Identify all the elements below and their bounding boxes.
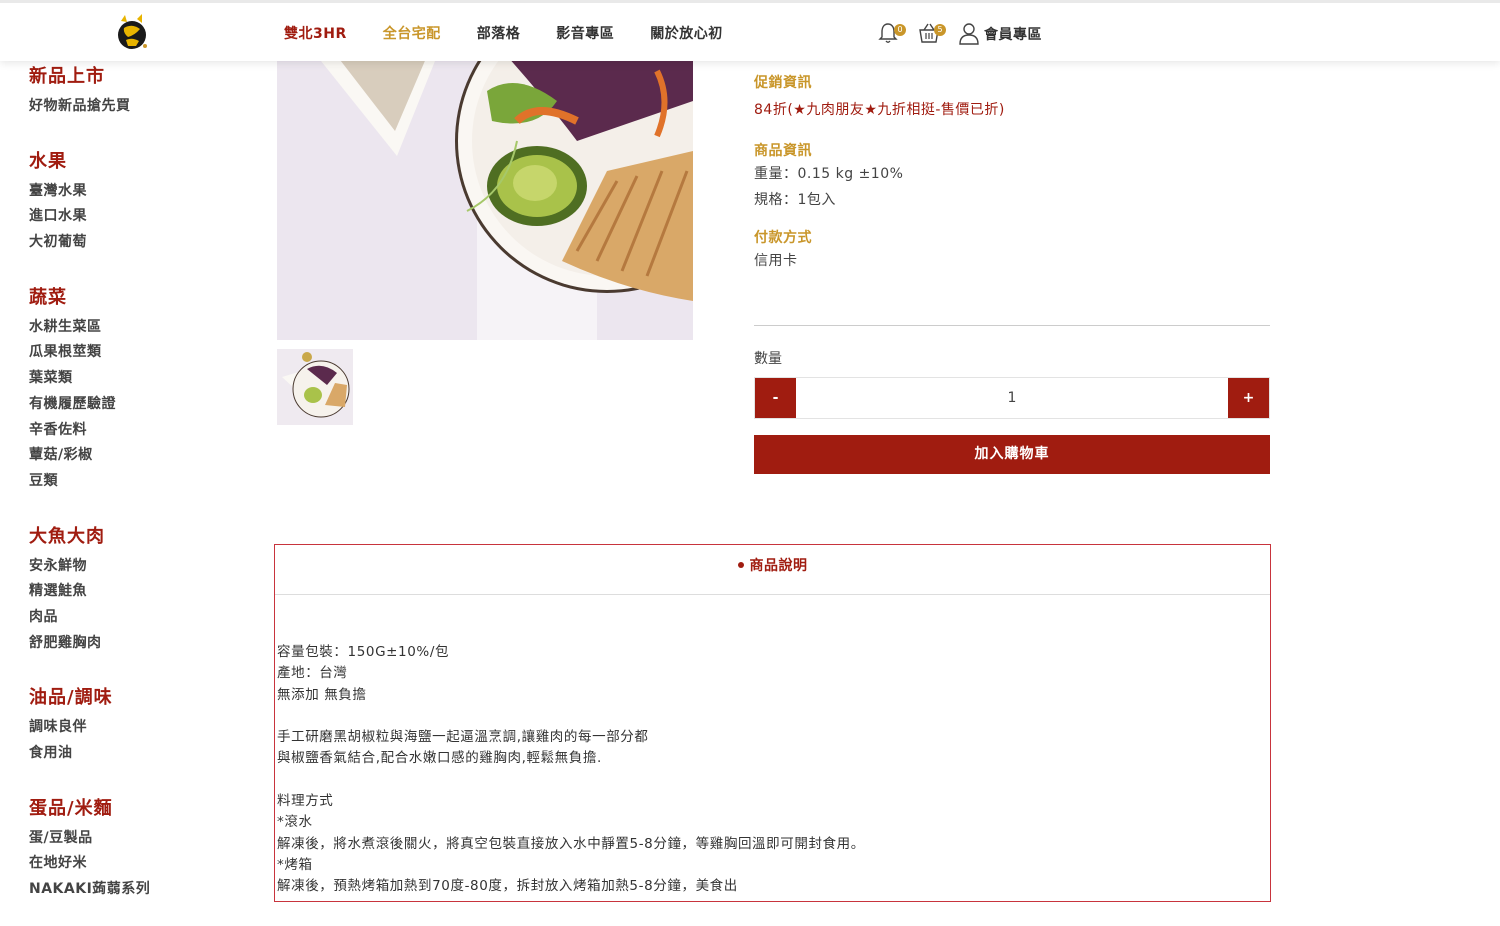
product-spec: 規格：1包入 [754,192,836,208]
category-item[interactable]: 水耕生菜區 [29,315,229,341]
category-title[interactable]: 水果 [29,147,229,173]
description-line: 產地：台灣 [277,665,348,682]
product-thumbnail[interactable] [277,349,353,425]
description-line: 手工研磨黑胡椒粒與海鹽一起逼溫烹調,讓雞肉的每一部分都 [277,729,649,746]
nav-blog[interactable]: 部落格 [477,23,521,43]
description-line: 無添加 無負擔 [277,686,367,703]
quantity-input[interactable]: 1 [796,378,1228,418]
category-item[interactable]: 安永鮮物 [29,554,229,580]
description-line: 與椒鹽香氣結合,配合水嫩口感的雞胸肉,輕鬆無負擔. [277,750,602,767]
description-line: *滾水 [277,814,313,831]
user-icon[interactable] [958,22,980,46]
info-divider [754,325,1270,326]
product-main-image [277,61,693,340]
quantity-label: 數量 [754,351,782,367]
category-item[interactable]: 舒肥雞胸肉 [29,631,229,657]
description-tab[interactable]: 商品說明 [275,545,1270,595]
category-item[interactable]: 有機履歷驗證 [29,392,229,418]
header-actions: 0 5 會員專區 [878,22,1042,46]
nav-video[interactable]: 影音專區 [556,23,614,43]
bullet-icon [737,562,744,568]
payment-method: 信用卡 [754,253,798,269]
category-item[interactable]: 食用油 [29,741,229,767]
category-title[interactable]: 蛋品/米麵 [29,794,229,820]
product-info-label: 商品資訊 [754,143,812,159]
promo-text: 84折(★九肉朋友★九折相挺-售價已折) [754,102,1005,118]
nav-about[interactable]: 關於放心初 [650,23,723,43]
category-item[interactable]: 葉菜類 [29,366,229,392]
category-item[interactable]: 好物新品搶先買 [29,94,229,120]
category-item[interactable]: 肉品 [29,605,229,631]
description-tab-label: 商品說明 [749,558,808,574]
cart-button[interactable]: 5 [918,22,946,46]
notification-count-badge: 0 [894,24,906,36]
category-item[interactable]: 在地好米 [29,851,229,877]
member-area-link[interactable]: 會員專區 [984,24,1042,44]
site-logo[interactable] [115,13,149,51]
category-title[interactable]: 大魚大肉 [29,522,229,548]
description-body: 容量包裝：150G±10%/包 產地：台灣無添加 無負擔手工研磨黑胡椒粒與海鹽一起… [277,642,865,898]
promo-label: 促銷資訊 [754,75,812,91]
quantity-stepper: - 1 + [754,377,1270,419]
category-sidebar: 新品上市好物新品搶先買 水果臺灣水果 進口水果 大初葡萄蔬菜水耕生菜區 瓜果根莖類 葉菜類… [29,62,229,903]
category-item[interactable]: 臺灣水果 [29,179,229,205]
cart-count-badge: 5 [934,24,946,36]
product-description-panel: 商品說明 容量包裝：150G±10%/包 產地：台灣無添加 無負擔手工研磨黑胡椒粒… [274,544,1271,902]
payment-label: 付款方式 [754,230,812,246]
notification-button[interactable]: 0 [878,22,906,46]
main-nav: 雙北3HR 全台宅配 部落格 影音專區 關於放心初 [284,23,759,43]
description-line [277,706,865,727]
add-to-cart-button[interactable]: 加入購物車 [754,435,1270,474]
category-item[interactable]: 大初葡萄 [29,230,229,256]
nav-taipei-3hr[interactable]: 雙北3HR [284,23,347,43]
category-item[interactable]: 調味良伴 [29,715,229,741]
category-item[interactable]: 蛋/豆製品 [29,826,229,852]
description-line: 料理方式 [277,793,334,810]
category-item[interactable]: 瓜果根莖類 [29,340,229,366]
category-item[interactable]: NAKAKI蒟蒻系列 [29,877,229,903]
category-item[interactable]: 精選鮭魚 [29,579,229,605]
quantity-increase-button[interactable]: + [1228,378,1269,418]
product-weight: 重量：0.15 kg ±10% [754,166,904,182]
category-title[interactable]: 油品/調味 [29,683,229,709]
quantity-decrease-button[interactable]: - [755,378,796,418]
category-item[interactable]: 豆類 [29,469,229,495]
category-title[interactable]: 新品上市 [29,62,229,88]
nav-nationwide-delivery[interactable]: 全台宅配 [383,23,441,43]
category-title[interactable]: 蔬菜 [29,283,229,309]
category-item[interactable]: 蕈菇/彩椒 [29,443,229,469]
product-info-panel: 促銷資訊 84折(★九肉朋友★九折相挺-售價已折) 商品資訊 重量：0.15 k… [754,72,1270,274]
description-line [277,770,865,791]
description-line: 解凍後，預熱烤箱加熱到70度-80度，拆封放入烤箱加熱5-8分鐘，美食出 [277,878,738,895]
description-line: *烤箱 [277,856,313,873]
category-item[interactable]: 進口水果 [29,204,229,230]
category-item[interactable]: 辛香佐料 [29,418,229,444]
description-line: 容量包裝：150G±10%/包 [277,644,450,660]
site-header: 雙北3HR 全台宅配 部落格 影音專區 關於放心初 0 5 會員專區 [0,0,1500,61]
description-line: 解凍後，將水煮滾後關火，將真空包裝直接放入水中靜置5-8分鐘，等雞胸回溫即可開封… [277,835,865,852]
